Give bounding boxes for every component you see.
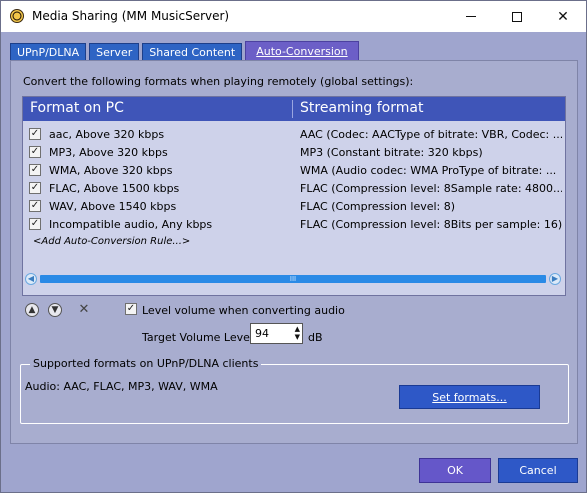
app-icon	[10, 9, 24, 23]
tab-server[interactable]: Server	[89, 43, 140, 60]
minimize-icon	[466, 16, 476, 17]
format-cell: WMA, Above 320 kbps	[49, 164, 173, 177]
cancel-button[interactable]: Cancel	[498, 458, 578, 483]
auto-conversion-panel: Convert the following formats when playi…	[10, 60, 578, 444]
row-checkbox[interactable]: ✓	[29, 182, 41, 194]
tab-shared-content[interactable]: Shared Content	[142, 43, 243, 60]
supported-formats-group: Supported formats on UPnP/DLNA clients A…	[20, 357, 569, 424]
row-checkbox[interactable]: ✓	[29, 128, 41, 140]
row-checkbox[interactable]: ✓	[29, 200, 41, 212]
row-checkbox[interactable]: ✓	[29, 218, 41, 230]
supported-audio-formats: Audio: AAC, FLAC, MP3, WAV, WMA	[25, 380, 218, 393]
scroll-left-icon[interactable]: ◀	[25, 273, 37, 285]
level-volume-label: Level volume when converting audio	[142, 304, 345, 317]
scroll-thumb[interactable]: III	[40, 275, 546, 283]
set-formats-label: Set formats...	[432, 390, 507, 404]
scroll-right-icon[interactable]: ▶	[549, 273, 561, 285]
move-up-icon[interactable]: ▲	[25, 303, 39, 317]
streaming-cell: FLAC (Compression level: 8Sample rate: 4…	[300, 182, 562, 195]
streaming-cell: MP3 (Constant bitrate: 320 kbps)	[300, 146, 483, 159]
target-volume-value[interactable]: 94	[255, 327, 269, 340]
add-rule-row[interactable]: <Add Auto-Conversion Rule...>	[23, 234, 565, 252]
streaming-cell: AAC (Codec: AACType of bitrate: VBR, Cod…	[300, 128, 562, 141]
set-formats-button[interactable]: Set formats...	[399, 385, 540, 409]
format-cell: FLAC, Above 1500 kbps	[49, 182, 180, 195]
streaming-cell: FLAC (Compression level: 8)	[300, 200, 456, 213]
grid-rows: ✓ aac, Above 320 kbps AAC (Codec: AACTyp…	[23, 126, 565, 252]
spin-arrows-icon[interactable]: ▲ ▼	[295, 325, 300, 341]
streaming-cell: WMA (Audio codec: WMA ProType of bitrate…	[300, 164, 557, 177]
conversion-rules-grid: Format on PC Streaming format ✓ aac, Abo…	[22, 96, 566, 296]
delete-rule-icon[interactable]: ✕	[77, 303, 91, 317]
table-row[interactable]: ✓ aac, Above 320 kbps AAC (Codec: AACTyp…	[23, 126, 565, 144]
table-row[interactable]: ✓ MP3, Above 320 kbps MP3 (Constant bitr…	[23, 144, 565, 162]
column-header-streaming-format[interactable]: Streaming format	[300, 100, 423, 116]
db-unit-label: dB	[308, 331, 323, 344]
streaming-cell: FLAC (Compression level: 8Bits per sampl…	[300, 218, 562, 231]
target-volume-stepper[interactable]: 94 ▲ ▼	[250, 323, 303, 344]
tab-auto-conversion[interactable]: Auto-Conversion	[245, 41, 359, 60]
table-row[interactable]: ✓ WAV, Above 1540 kbps FLAC (Compression…	[23, 198, 565, 216]
maximize-icon	[512, 11, 522, 22]
target-volume-label: Target Volume Level:	[142, 331, 257, 344]
format-cell: Incompatible audio, Any kbps	[49, 218, 213, 231]
table-row[interactable]: ✓ FLAC, Above 1500 kbps FLAC (Compressio…	[23, 180, 565, 198]
tab-upnp-dlna[interactable]: UPnP/DLNA	[10, 43, 87, 60]
row-checkbox[interactable]: ✓	[29, 146, 41, 158]
ok-button[interactable]: OK	[419, 458, 491, 483]
media-sharing-window: Media Sharing (MM MusicServer) ✕ UPnP/DL…	[0, 0, 587, 493]
window-title: Media Sharing (MM MusicServer)	[32, 9, 230, 23]
column-header-format-on-pc[interactable]: Format on PC	[30, 100, 124, 116]
tab-auto-conversion-label: Auto-Conversion	[256, 44, 348, 58]
column-separator[interactable]	[292, 100, 293, 118]
maximize-button[interactable]	[494, 1, 540, 32]
format-cell: aac, Above 320 kbps	[49, 128, 165, 141]
format-cell: WAV, Above 1540 kbps	[49, 200, 177, 213]
supported-formats-title: Supported formats on UPnP/DLNA clients	[30, 357, 262, 370]
tab-strip: UPnP/DLNA Server Shared Content Auto-Con…	[10, 41, 362, 60]
level-volume-checkbox[interactable]: ✓	[125, 303, 137, 315]
minimize-button[interactable]	[448, 1, 494, 32]
table-row[interactable]: ✓ WMA, Above 320 kbps WMA (Audio codec: …	[23, 162, 565, 180]
instruction-text: Convert the following formats when playi…	[23, 75, 414, 88]
grid-header: Format on PC Streaming format	[23, 97, 565, 121]
title-bar: Media Sharing (MM MusicServer) ✕	[1, 1, 586, 32]
move-down-icon[interactable]: ▼	[48, 303, 62, 317]
close-icon: ✕	[557, 8, 569, 25]
row-checkbox[interactable]: ✓	[29, 164, 41, 176]
horizontal-scrollbar[interactable]: ◀ III ▶	[23, 272, 565, 286]
add-conversion-rule-link[interactable]: <Add Auto-Conversion Rule...>	[33, 236, 190, 247]
close-button[interactable]: ✕	[540, 1, 586, 32]
table-row[interactable]: ✓ Incompatible audio, Any kbps FLAC (Com…	[23, 216, 565, 234]
format-cell: MP3, Above 320 kbps	[49, 146, 168, 159]
